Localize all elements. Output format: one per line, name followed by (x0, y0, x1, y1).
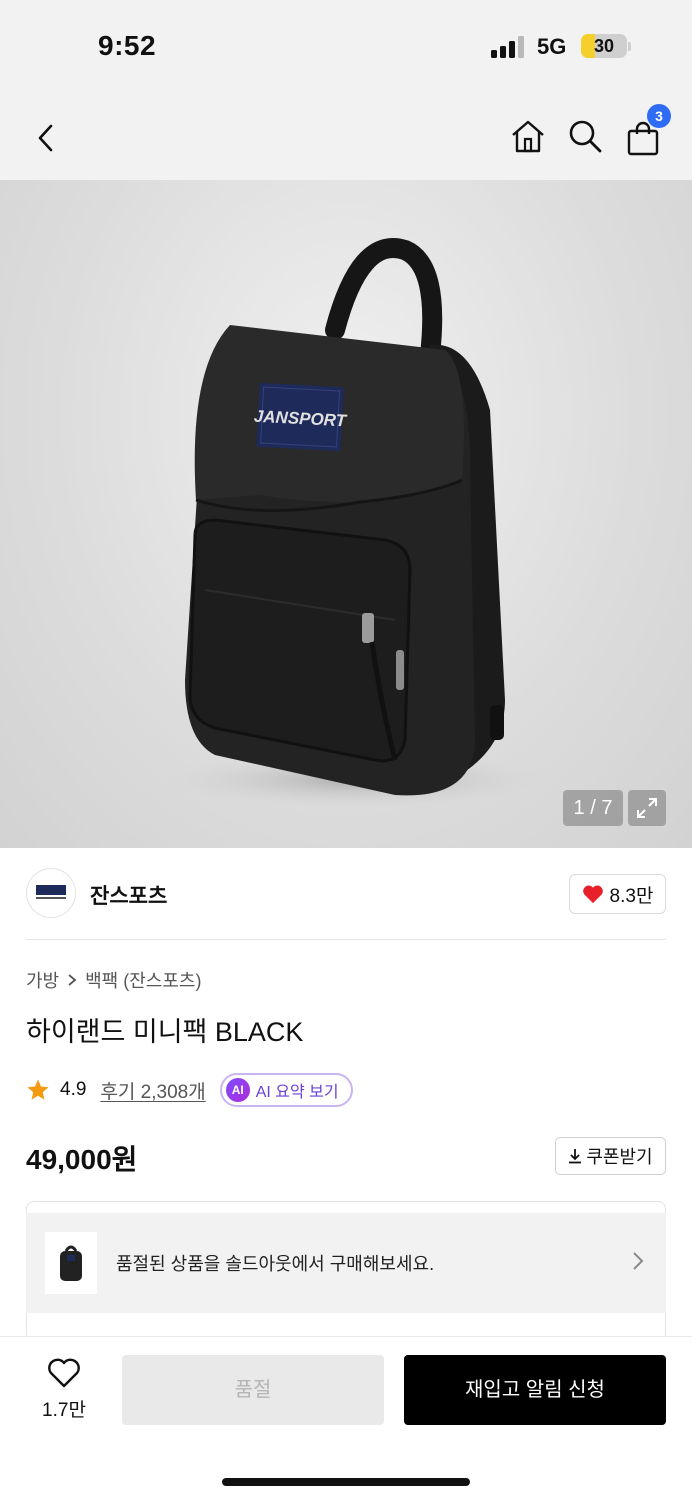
soldout-button[interactable]: 품절 (122, 1355, 384, 1425)
ai-summary-button[interactable]: AI AI 요약 보기 (219, 1073, 353, 1107)
divider (26, 939, 666, 940)
backpack-thumbnail-icon (60, 1245, 82, 1281)
star-icon (27, 1079, 49, 1100)
breadcrumb-subcategory[interactable]: 백팩 (잔스포츠) (85, 967, 201, 993)
cart-button[interactable]: 3 (621, 104, 671, 160)
image-pager: 1 / 7 (563, 790, 623, 826)
status-time: 9:52 (98, 30, 157, 61)
brand-logo[interactable] (26, 868, 76, 918)
soldout-banner-text: 품절된 상품을 솔드아웃에서 구매해보세요. (116, 1254, 435, 1274)
rating-score: 4.9 (60, 1079, 87, 1100)
ai-summary-label: AI 요약 보기 (255, 1084, 339, 1101)
product-image[interactable]: JANSPORT (0, 180, 692, 848)
coupon-button[interactable]: 쿠폰받기 (555, 1137, 666, 1175)
soldout-thumbnail (45, 1232, 97, 1294)
product-price: 49,000원 (26, 1144, 138, 1175)
chevron-left-icon (38, 124, 53, 152)
battery-icon: 30 (581, 34, 627, 58)
search-icon (569, 120, 602, 153)
home-icon (512, 120, 544, 153)
breadcrumb-category[interactable]: 가방 (26, 967, 59, 993)
brand-logo-icon (36, 885, 66, 899)
restock-alert-button[interactable]: 재입고 알림 신청 (404, 1355, 666, 1425)
back-button[interactable] (24, 116, 68, 160)
chevron-right-icon (68, 974, 77, 986)
signal-icon (491, 36, 525, 58)
network-label: 5G (537, 34, 567, 59)
soldout-banner[interactable]: 품절된 상품을 솔드아웃에서 구매해보세요. (26, 1213, 666, 1313)
brand-name[interactable]: 잔스포츠 (90, 880, 167, 910)
top-nav: 3 (0, 96, 692, 180)
rating-row: 4.9 후기 2,308개 AI AI 요약 보기 (26, 1073, 353, 1107)
battery-nub (628, 42, 631, 51)
expand-icon (637, 798, 657, 818)
brand-like-count: 8.3만 (609, 885, 654, 907)
reviews-link[interactable]: 후기 2,308개 (100, 1077, 205, 1104)
wishlist-count: 1.7만 (42, 1400, 86, 1421)
breadcrumb: 가방 백팩 (잔스포츠) (26, 967, 201, 993)
heart-outline-icon (48, 1358, 80, 1388)
product-title: 하이랜드 미니팩 BLACK (26, 1017, 304, 1047)
brand-like-button[interactable]: 8.3만 (569, 874, 666, 914)
home-indicator (222, 1478, 470, 1486)
heart-filled-icon (582, 885, 603, 904)
status-bar: 9:52 5G 30 (0, 0, 692, 96)
battery-level: 30 (593, 36, 615, 56)
ai-badge-icon: AI (225, 1078, 250, 1102)
chevron-right-icon (633, 1252, 644, 1270)
search-button[interactable] (563, 114, 607, 158)
wishlist-button[interactable]: 1.7만 (30, 1358, 98, 1422)
home-button[interactable] (506, 114, 550, 158)
expand-image-button[interactable] (628, 790, 666, 826)
download-icon (569, 1149, 582, 1164)
cart-count-badge: 3 (647, 104, 671, 128)
product-page: 9:52 5G 30 3 JANSPORT 1 / 7 잔스포츠 8.3만 가방… (0, 0, 692, 1500)
backpack-illustration: JANSPORT (165, 238, 545, 808)
coupon-label: 쿠폰받기 (586, 1147, 653, 1167)
